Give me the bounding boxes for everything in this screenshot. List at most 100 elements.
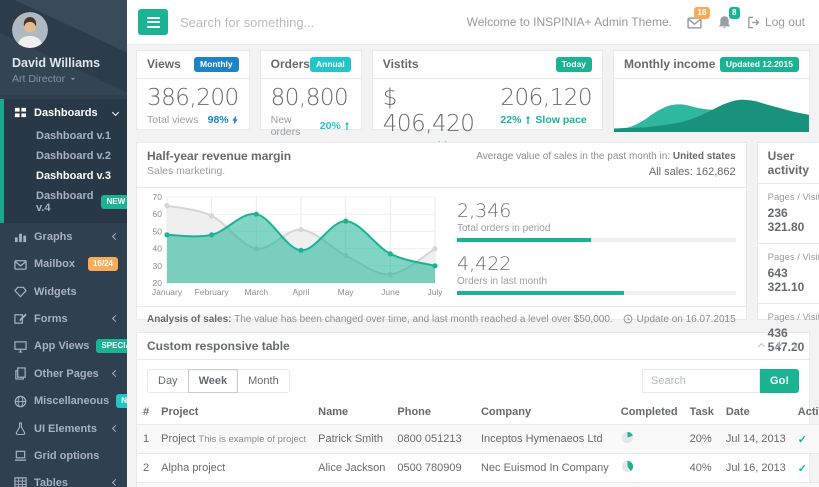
- topbar-right: Welcome to INSPINIA+ Admin Theme. 16 8 L…: [467, 15, 805, 30]
- view-switcher: DayWeekMonth: [147, 369, 290, 393]
- orders-value: 80,800: [271, 85, 351, 111]
- revenue-footer: Analysis of sales: The value has been ch…: [137, 306, 746, 332]
- user-activity-rows: Pages / Visit236 321.80% New Visits46.11…: [758, 184, 819, 363]
- ua-value: 643 321.10: [768, 266, 819, 294]
- level-up-icon: [524, 115, 532, 125]
- visits-title: Vistits: [383, 57, 419, 71]
- sidebar-item-app-views: App ViewsSPECIAL: [0, 332, 127, 360]
- logout-button[interactable]: Log out: [747, 15, 805, 29]
- sidebar-menu: DashboardsDashboard v.1Dashboard v.2Dash…: [0, 99, 127, 487]
- sidebar-subitem-dashboard-v-3: Dashboard v.3: [4, 166, 127, 186]
- view-button-week[interactable]: Week: [188, 369, 239, 393]
- files-icon: [14, 367, 27, 380]
- svg-text:April: April: [292, 287, 309, 297]
- desktop-icon: [14, 340, 27, 353]
- sidebar-item-forms: Forms: [0, 305, 127, 332]
- alerts-count-badge: 8: [729, 7, 740, 19]
- view-button-month[interactable]: Month: [237, 369, 290, 393]
- table-column-action: Action: [792, 400, 819, 425]
- ua-column-label: Pages / Visit: [768, 252, 819, 263]
- user-role[interactable]: Art Director: [12, 73, 115, 85]
- th-large-icon: [14, 106, 27, 119]
- sidebar-badge: NEW: [116, 394, 127, 408]
- table-column-phone: Phone: [391, 400, 475, 425]
- sidebar-item-miscellaneous: MiscellaneousNEW: [0, 387, 127, 415]
- table-row[interactable]: 2 Alpha project Alice Jackson 0500 78090…: [137, 454, 819, 483]
- views-delta: 98%: [208, 114, 239, 126]
- menu-toggle-button[interactable]: [138, 9, 168, 35]
- sidebar-badge: 16/24: [88, 257, 118, 271]
- views-stat-box: Views Monthly 386,200 Total views 98%: [136, 50, 250, 130]
- table-row[interactable]: 1 Project This is example of project Pat…: [137, 425, 819, 454]
- diamond-icon: [14, 285, 27, 298]
- user-activity-row: Pages / Visit436 547.20% New Visits150.2…: [758, 304, 819, 363]
- orders-period-value: 2,346: [457, 200, 736, 222]
- flask-icon: [14, 422, 27, 435]
- svg-text:50: 50: [153, 226, 163, 236]
- table-toolbar: DayWeekMonth Go!: [137, 360, 809, 400]
- panel-tools: ×: [759, 340, 799, 352]
- user-name[interactable]: David Williams: [12, 56, 115, 70]
- go-button[interactable]: Go!: [760, 369, 799, 393]
- stats-row: Views Monthly 386,200 Total views 98%: [136, 50, 810, 130]
- table-search: Go!: [642, 369, 799, 393]
- sidebar-subitem-dashboard-v-2: Dashboard v.2: [4, 146, 127, 166]
- sidebar-item-mailbox: Mailbox16/24: [0, 250, 127, 278]
- app-window: David Williams Art Director DashboardsDa…: [0, 0, 819, 487]
- all-sales: All sales: 162,862: [476, 164, 735, 181]
- collapse-icon[interactable]: [758, 342, 765, 349]
- visits-badge: Today: [556, 57, 592, 72]
- messages-icon[interactable]: 16: [687, 15, 702, 30]
- sidebar-item-dashboards: DashboardsDashboard v.1Dashboard v.2Dash…: [0, 99, 127, 223]
- alerts-bell-icon[interactable]: 8: [717, 15, 732, 30]
- svg-text:30: 30: [153, 260, 163, 270]
- chevron-left-icon: [112, 315, 119, 322]
- bolt-icon: [231, 115, 239, 125]
- sidebar-item-grid-options: Grid options: [0, 442, 127, 469]
- sidebar-subitem-dashboard-v-4: Dashboard v.4 NEW: [4, 186, 127, 218]
- orders-label: New orders: [271, 114, 320, 138]
- view-button-day[interactable]: Day: [147, 369, 189, 393]
- table-column--: #: [137, 400, 155, 425]
- chevron-left-icon: [112, 233, 119, 240]
- check-icon[interactable]: ✓: [798, 434, 807, 446]
- global-search-input[interactable]: [180, 15, 455, 30]
- wrench-icon[interactable]: [773, 341, 783, 351]
- table-search-input[interactable]: [642, 369, 760, 393]
- clock-icon: [623, 314, 633, 324]
- svg-text:40: 40: [153, 243, 163, 253]
- user-activity-row: Pages / Visit643 321.10% New Visits92.43…: [758, 244, 819, 304]
- sidebar: David Williams Art Director DashboardsDa…: [0, 0, 127, 487]
- close-icon[interactable]: ×: [792, 340, 799, 352]
- ua-column-label: Pages / Visit: [768, 312, 819, 323]
- dashboard-content: Views Monthly 386,200 Total views 98%: [127, 45, 819, 487]
- user-activity-title: User activity: [768, 149, 819, 177]
- orders-period-label: Total orders in period: [457, 223, 736, 234]
- table-column-name: Name: [312, 400, 391, 425]
- svg-text:May: May: [338, 287, 355, 297]
- orders-month-label: Orders in last month: [457, 276, 736, 287]
- orders-month-progress: [457, 291, 736, 295]
- orders-delta: 20%: [320, 120, 351, 132]
- income-title: Monthly income: [624, 57, 715, 71]
- chevron-left-icon: [112, 370, 119, 377]
- svg-text:June: June: [381, 287, 400, 297]
- user-activity-panel: User activity Data has changed Pages / V…: [757, 142, 819, 320]
- revenue-side-stats: 2,346 Total orders in period 4,422 Order…: [445, 192, 738, 306]
- table-row[interactable]: 3 Betha project John Smith 0800 1111 Era…: [137, 483, 819, 487]
- check-icon[interactable]: ✓: [798, 463, 807, 475]
- ua-column-label: Pages / Visit: [768, 192, 819, 203]
- welcome-text: Welcome to INSPINIA+ Admin Theme.: [467, 15, 672, 29]
- completed-pie-chart: [621, 460, 634, 473]
- table-column-task: Task: [684, 400, 720, 425]
- svg-text:January: January: [152, 287, 183, 297]
- topbar: Welcome to INSPINIA+ Admin Theme. 16 8 L…: [127, 0, 819, 45]
- revenue-subtitle: Sales marketing.: [147, 165, 291, 177]
- profile-block: David Williams Art Director: [0, 0, 127, 95]
- chevron-left-icon: [112, 425, 119, 432]
- globe-icon: [14, 395, 27, 408]
- views-badge: Monthly: [194, 57, 239, 72]
- svg-text:July: July: [427, 287, 443, 297]
- revenue-note: Average value of sales in the past month…: [476, 149, 735, 181]
- avatar[interactable]: [12, 12, 48, 48]
